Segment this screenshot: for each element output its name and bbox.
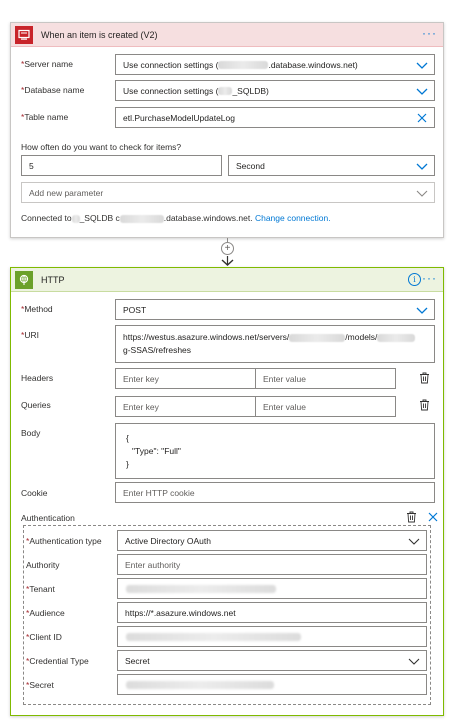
database-name-dropdown[interactable]: Use connection settings (_SQLDB) [115, 80, 435, 101]
headers-key-field[interactable]: Enter key [115, 368, 256, 389]
sql-server-icon [15, 26, 33, 44]
interval-field[interactable]: 5 [21, 155, 222, 176]
cookie-field[interactable]: Enter HTTP cookie [115, 482, 435, 503]
chevron-down-icon [416, 190, 428, 197]
authority-label: Authority [26, 560, 60, 570]
authentication-type-label: *Authentication type [26, 536, 102, 546]
chevron-down-icon [416, 62, 428, 69]
database-name-label: *Database name [21, 85, 85, 95]
body-field[interactable]: { "Type": "Full" } [115, 423, 435, 479]
client-id-field[interactable] [117, 626, 427, 647]
server-name-dropdown[interactable]: Use connection settings (.database.windo… [115, 54, 435, 75]
globe-icon [15, 271, 33, 289]
frequency-label: How often do you want to check for items… [21, 142, 182, 152]
credential-type-label: *Credential Type [26, 656, 89, 666]
body-label: Body [21, 428, 41, 438]
delete-icon[interactable] [419, 372, 430, 384]
table-name-field[interactable]: etl.PurchaseModelUpdateLog [115, 107, 435, 128]
chevron-down-icon [416, 307, 428, 314]
method-label: *Method [21, 304, 53, 314]
queries-key-field[interactable]: Enter key [115, 396, 256, 417]
table-name-label: *Table name [21, 112, 69, 122]
audience-label: *Audience [26, 608, 65, 618]
authentication-label: Authentication [21, 513, 75, 523]
audience-field[interactable]: https://*.asazure.windows.net [117, 602, 427, 623]
secret-label: *Secret [26, 680, 54, 690]
credential-type-dropdown[interactable]: Secret [117, 650, 427, 671]
authentication-type-dropdown[interactable]: Active Directory OAuth [117, 530, 427, 551]
delete-icon[interactable] [406, 511, 417, 523]
authentication-group: *Authentication type Active Directory OA… [23, 525, 431, 705]
uri-label: *URI [21, 330, 39, 340]
more-options-icon[interactable]: ··· [422, 26, 437, 40]
redacted-value [126, 681, 274, 689]
chevron-down-icon [408, 538, 420, 545]
close-icon[interactable] [428, 512, 438, 522]
method-dropdown[interactable]: POST [115, 299, 435, 320]
delete-icon[interactable] [419, 399, 430, 411]
secret-field[interactable] [117, 674, 427, 695]
chevron-down-icon [408, 658, 420, 665]
client-id-label: *Client ID [26, 632, 62, 642]
tenant-label: *Tenant [26, 584, 55, 594]
http-title: HTTP [41, 275, 65, 285]
connection-info: Connected to _SQLDB c .database.windows.ne… [21, 213, 331, 223]
redacted-value [126, 633, 301, 641]
chevron-down-icon [416, 163, 428, 170]
uri-field[interactable]: https://westus.asazure.windows.net/serve… [115, 325, 435, 363]
more-options-icon[interactable]: ··· [422, 271, 437, 285]
info-icon[interactable]: i [408, 273, 421, 286]
frequency-unit-dropdown[interactable]: Second [228, 155, 435, 176]
clear-icon[interactable] [417, 113, 427, 123]
change-connection-link[interactable]: Change connection. [255, 213, 331, 223]
headers-label: Headers [21, 373, 54, 383]
tenant-field[interactable] [117, 578, 427, 599]
insert-step-button[interactable]: + [221, 242, 234, 255]
queries-value-field[interactable]: Enter value [255, 396, 396, 417]
trigger-header[interactable]: When an item is created (V2) ··· [11, 23, 443, 47]
chevron-down-icon [416, 88, 428, 95]
headers-value-field[interactable]: Enter value [255, 368, 396, 389]
queries-label: Queries [21, 400, 51, 410]
http-header[interactable]: HTTP i ··· [11, 268, 443, 292]
add-parameter-dropdown[interactable]: Add new parameter [21, 182, 435, 203]
trigger-card: When an item is created (V2) ··· *Server… [10, 22, 444, 238]
server-name-label: *Server name [21, 59, 73, 69]
http-action-card: HTTP i ··· *Method POST *URI https://wes… [10, 267, 444, 716]
authority-field[interactable]: Enter authority [117, 554, 427, 575]
cookie-label: Cookie [21, 488, 48, 498]
redacted-value [126, 585, 276, 593]
trigger-title: When an item is created (V2) [41, 30, 158, 40]
arrow-down-icon [221, 256, 234, 266]
